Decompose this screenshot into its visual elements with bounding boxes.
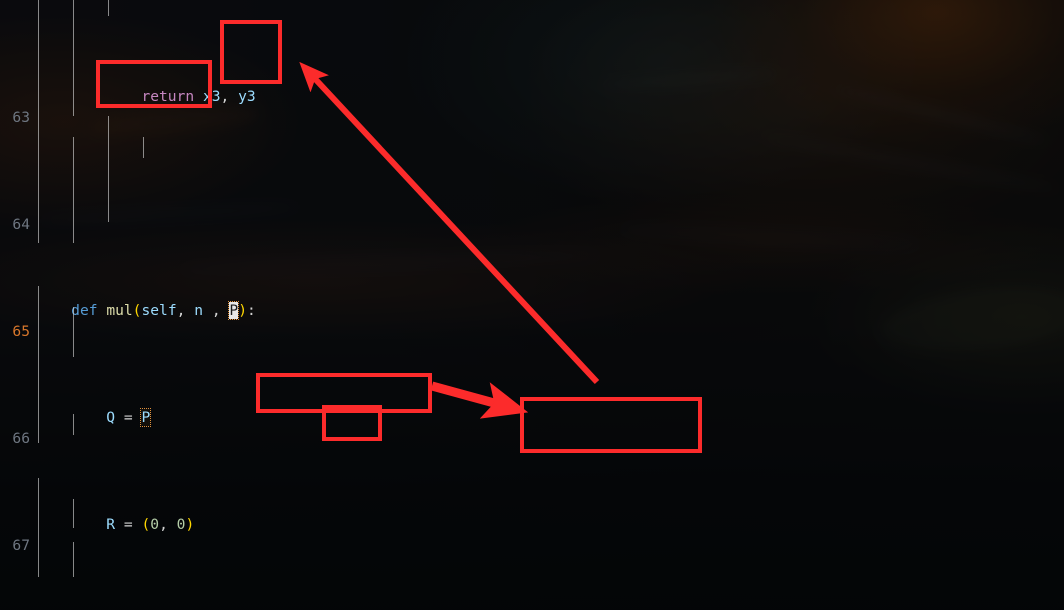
cursor-selection-P: P	[228, 300, 240, 320]
line-code[interactable]: Q = P	[36, 407, 152, 428]
line-code[interactable]: def mul(self, n , P):	[36, 300, 256, 321]
line-number: 66	[12, 430, 30, 448]
code-line: 64	[0, 193, 1064, 233]
line-number: 67	[12, 537, 30, 555]
code-line: 65 def mul(self, n , P):	[0, 300, 1064, 340]
code-line: 67 R = (0, 0)	[0, 514, 1064, 554]
line-number: 63	[12, 109, 30, 127]
occurrence-highlight: P	[140, 407, 152, 427]
line-code[interactable]: return x3, y3	[36, 86, 255, 107]
editor-screenshot: 63 return x3, y3 64 65 def mul(self, n ,…	[0, 0, 1064, 610]
line-number: 64	[12, 216, 30, 234]
code-editor-content[interactable]: 63 return x3, y3 64 65 def mul(self, n ,…	[0, 0, 1064, 610]
line-number-active: 65	[12, 323, 30, 341]
code-line: 66 Q = P	[0, 407, 1064, 447]
line-code[interactable]: R = (0, 0)	[36, 514, 194, 535]
code-line: 63 return x3, y3	[0, 86, 1064, 126]
